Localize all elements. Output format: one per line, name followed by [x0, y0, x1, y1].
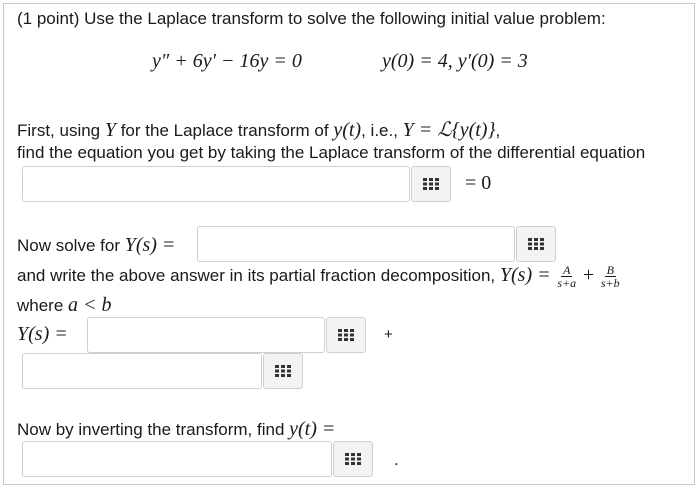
step1-text-c: , i.e.,: [361, 121, 403, 140]
step3-line: and write the above answer in its partia…: [17, 264, 622, 289]
step4-label: Now by inverting the transform, find y(t…: [17, 418, 335, 441]
step3-text: and write the above answer in its partia…: [17, 266, 500, 285]
fraction-a-denominator: s+a: [557, 276, 577, 291]
plus-sign: +: [384, 326, 393, 343]
Ys-solution-input[interactable]: [197, 226, 515, 262]
equals-zero: = 0: [465, 172, 492, 194]
math-editor-button-5[interactable]: [333, 441, 373, 477]
step4-text: Now by inverting the transform, find: [17, 420, 290, 439]
grid-icon: [275, 365, 291, 377]
step1-text-b: for the Laplace transform of: [115, 121, 334, 140]
period: .: [394, 450, 399, 469]
fraction-b: Bs+b: [599, 264, 622, 289]
step1-line2: find the equation you get by taking the …: [17, 143, 646, 162]
fraction-plus: +: [582, 264, 595, 286]
grid-icon: [423, 178, 439, 190]
partial-fraction-term-1-input[interactable]: [87, 317, 325, 353]
problem-intro: (1 point) Use the Laplace transform to s…: [17, 9, 606, 28]
initial-conditions: y(0) = 4, y′(0) = 3: [382, 50, 528, 72]
grid-icon: [338, 329, 354, 341]
fraction-a: As+a: [555, 264, 578, 289]
math-editor-button-1[interactable]: [411, 166, 451, 202]
step1-definition: Y = ℒ{y(t)}: [402, 119, 496, 141]
step1-line1: First, using Y for the Laplace transform…: [17, 117, 500, 142]
step2-label: Now solve for Y(s) =: [17, 234, 175, 257]
step2-text: Now solve for: [17, 236, 125, 255]
step1-Y: Y: [104, 119, 116, 141]
math-editor-button-2[interactable]: [516, 226, 556, 262]
step3-Ys: Y(s) =: [499, 264, 551, 286]
where-text: where: [17, 296, 69, 315]
math-editor-button-4[interactable]: [263, 353, 303, 389]
yt-solution-input[interactable]: [22, 441, 332, 477]
grid-icon: [345, 453, 361, 465]
laplace-equation-input[interactable]: [22, 166, 410, 202]
partial-fraction-term-2-input[interactable]: [22, 353, 262, 389]
math-editor-button-3[interactable]: [326, 317, 366, 353]
fraction-b-denominator: s+b: [600, 276, 620, 291]
differential-equation: y″ + 6y′ − 16y = 0: [152, 50, 302, 72]
Ys-label: Y(s) =: [17, 323, 68, 345]
where-condition: a < b: [68, 294, 112, 316]
grid-icon: [528, 238, 544, 250]
step4-yt: y(t) =: [289, 418, 336, 440]
where-line: where a < b: [17, 294, 112, 317]
step2-Ys: Y(s) =: [124, 234, 176, 256]
step1-text-d: ,: [495, 121, 501, 140]
step1-yt: y(t): [333, 119, 362, 141]
step1-text-a: First, using: [17, 121, 105, 140]
